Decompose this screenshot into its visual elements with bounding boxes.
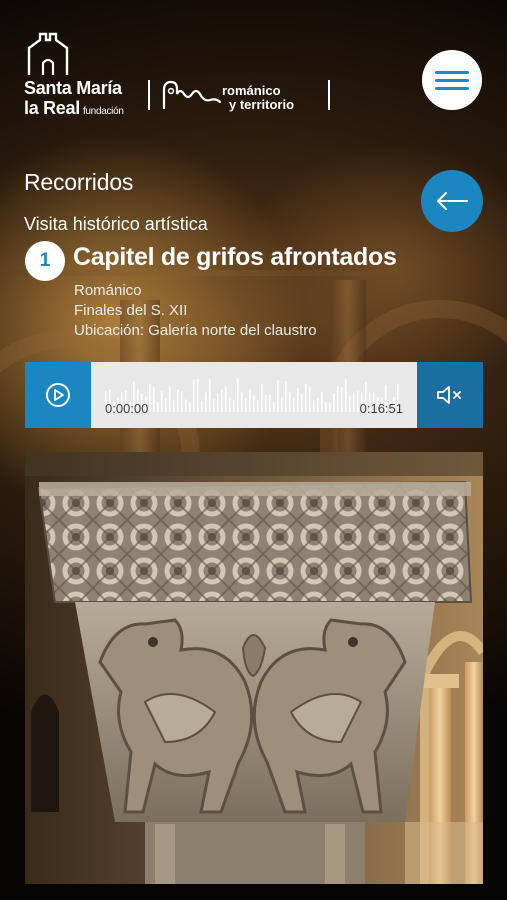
- tower-logo-icon: [27, 32, 69, 75]
- waveform-bar: [185, 399, 187, 412]
- waveform-bar: [217, 393, 219, 412]
- mute-icon: [437, 386, 461, 404]
- waveform-bar: [189, 402, 191, 412]
- waveform-bar: [209, 379, 211, 412]
- waveform-bar: [305, 384, 307, 412]
- territory-logo-icon: [162, 80, 222, 110]
- back-button[interactable]: [421, 170, 483, 232]
- waveform-bar: [237, 378, 239, 412]
- waveform-bar: [265, 394, 267, 412]
- waveform-bar: [161, 391, 163, 412]
- play-icon: [46, 383, 70, 407]
- stop-style: Románico: [74, 282, 142, 299]
- audio-scrubber[interactable]: 0:00:00 0:16:51: [91, 362, 417, 428]
- waveform-bar: [149, 383, 151, 412]
- waveform-bar: [293, 397, 295, 412]
- current-time: 0:00:00: [105, 401, 149, 416]
- menu-button[interactable]: [422, 50, 482, 110]
- waveform-bar: [329, 402, 331, 412]
- waveform-bar: [333, 393, 335, 412]
- brand-name-line2: la Real fundación: [24, 98, 124, 118]
- waveform-bar: [321, 392, 323, 412]
- waveform-bar: [269, 394, 271, 412]
- waveform-bar: [205, 392, 207, 412]
- capital-photo: [25, 452, 483, 884]
- partner-name-line1: románico: [222, 83, 281, 98]
- waveform-bar: [317, 398, 319, 412]
- waveform-bar: [289, 391, 291, 412]
- waveform-bar: [193, 379, 195, 412]
- waveform-bar: [157, 402, 159, 412]
- waveform-bar: [281, 397, 283, 412]
- waveform-bar: [257, 400, 259, 412]
- tour-name: Visita histórico artística: [24, 214, 208, 234]
- waveform-bar: [201, 400, 203, 412]
- logo-divider: [328, 80, 330, 110]
- waveform-bar: [277, 379, 279, 412]
- stop-title: Capitel de grifos afrontados: [73, 243, 397, 271]
- waveform-bar: [165, 397, 167, 412]
- partner-name-line2: y territorio: [229, 97, 295, 112]
- waveform-bar: [253, 395, 255, 412]
- brand-suffix: fundación: [82, 106, 124, 117]
- mute-button[interactable]: [417, 362, 483, 428]
- waveform-bar: [313, 400, 315, 412]
- waveform-bar: [341, 387, 343, 412]
- waveform-bar: [297, 388, 299, 412]
- arrow-left-icon: [437, 192, 468, 210]
- waveform-bar: [349, 395, 351, 412]
- waveform-bar: [345, 379, 347, 412]
- waveform-bar: [213, 399, 215, 412]
- waveform-bar: [241, 392, 243, 412]
- brand-name-line1: Santa María: [24, 78, 122, 98]
- waveform-bar: [245, 397, 247, 412]
- menu-icon: [435, 70, 469, 74]
- stop-location: Ubicación: Galería norte del claustro: [74, 322, 317, 339]
- waveform-bar: [353, 392, 355, 412]
- waveform-bar: [221, 389, 223, 412]
- audio-waveform: [105, 378, 399, 412]
- stop-date: Finales del S. XII: [74, 302, 188, 319]
- waveform-bar: [181, 391, 183, 412]
- waveform-bar: [309, 387, 311, 412]
- waveform-bar: [169, 386, 171, 412]
- waveform-bar: [325, 401, 327, 412]
- waveform-bar: [357, 391, 359, 412]
- waveform-bar: [249, 389, 251, 412]
- waveform-bar: [197, 378, 199, 412]
- waveform-bar: [173, 399, 175, 412]
- waveform-bar: [337, 386, 339, 412]
- waveform-bar: [229, 396, 231, 412]
- waveform-bar: [273, 401, 275, 412]
- section-title: Recorridos: [24, 169, 134, 195]
- logo-divider: [148, 80, 150, 110]
- waveform-bar: [177, 389, 179, 412]
- waveform-bar: [225, 386, 227, 412]
- waveform-bar: [153, 386, 155, 412]
- total-time: 0:16:51: [359, 401, 403, 416]
- audio-player: 0:00:00 0:16:51: [25, 362, 483, 428]
- play-button[interactable]: [25, 362, 91, 428]
- waveform-bar: [261, 383, 263, 412]
- stop-number-badge: 1: [25, 241, 65, 281]
- waveform-bar: [285, 381, 287, 412]
- waveform-bar: [233, 399, 235, 412]
- waveform-bar: [301, 393, 303, 412]
- header-logos: Santa María la Real fundación románico y …: [24, 30, 344, 118]
